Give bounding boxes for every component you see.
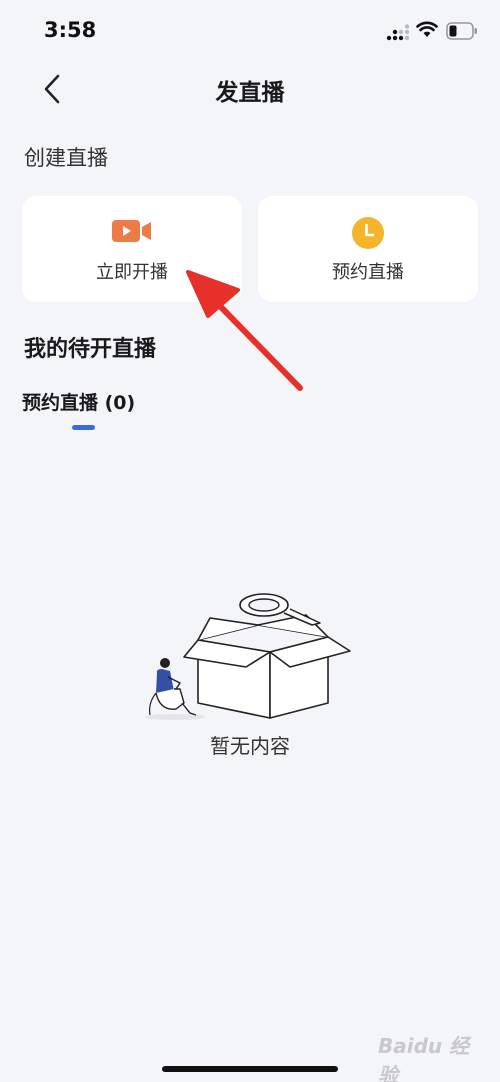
watermark-text: Baidu 经验: [378, 1034, 470, 1082]
home-indicator[interactable]: [162, 1066, 338, 1072]
video-camera-icon: [112, 220, 151, 242]
wifi-icon: [416, 21, 438, 37]
tab-scheduled-live[interactable]: 预约直播 (0): [22, 388, 135, 415]
status-bar: 3:58: [0, 0, 500, 64]
start-live-now-label: 立即开播: [96, 262, 168, 283]
schedule-live-card[interactable]: 预约直播: [258, 196, 478, 302]
pending-live-heading: 我的待开直播: [24, 337, 157, 362]
page-title: 发直播: [215, 80, 285, 106]
schedule-live-label: 预约直播: [332, 262, 404, 283]
empty-state-text: 暂无内容: [210, 734, 290, 758]
battery-icon: [446, 22, 477, 40]
active-tab-indicator: [72, 425, 95, 430]
status-time: 3:58: [44, 18, 97, 42]
create-live-heading: 创建直播: [24, 146, 108, 170]
clock-icon: [352, 217, 384, 249]
cellular-signal-icon: [386, 24, 410, 41]
watermark: Baidu 经验: [378, 1024, 478, 1082]
start-live-now-card[interactable]: 立即开播: [22, 196, 242, 302]
empty-box-magnifier-illustration: [145, 593, 351, 720]
